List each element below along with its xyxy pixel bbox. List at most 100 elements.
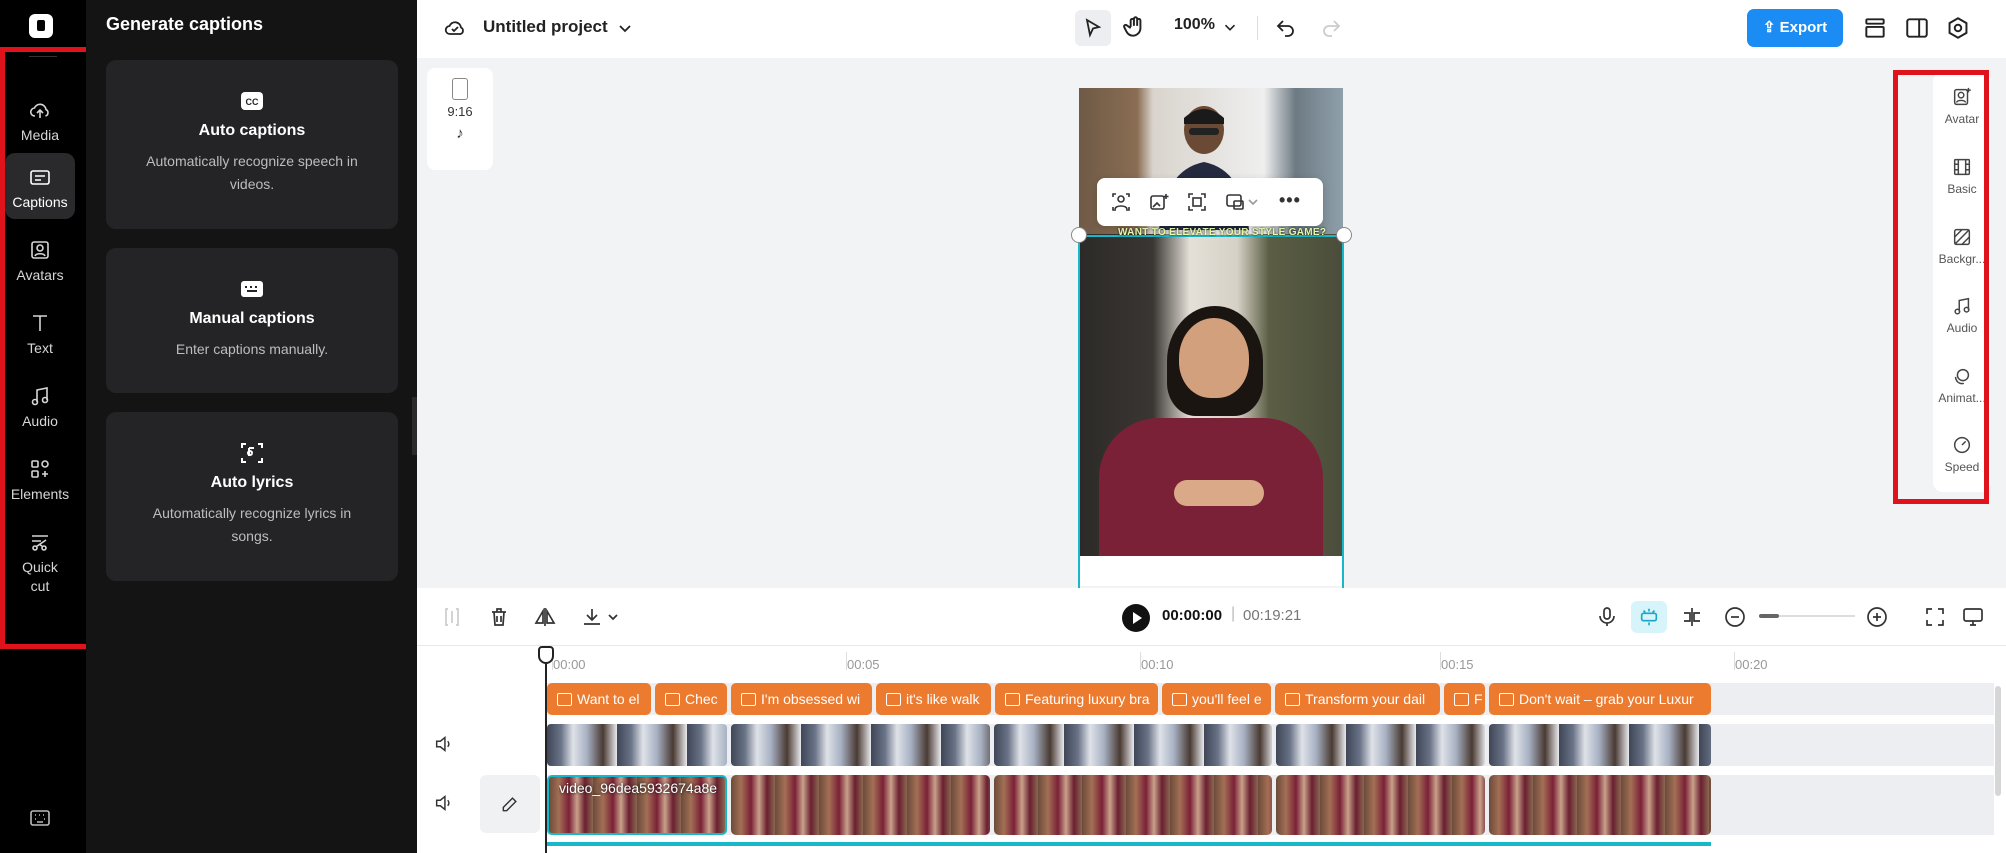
auto-captions-card[interactable]: CC Auto captions Automatically recognize…: [106, 60, 398, 229]
split-view-icon[interactable]: [1904, 15, 1930, 46]
main-video-clip[interactable]: [1489, 775, 1711, 835]
caption-overlay-text[interactable]: WANT TO ELEVATE YOUR STYLE GAME?: [1118, 227, 1326, 238]
split-icon[interactable]: [440, 605, 464, 634]
portrait-frame-icon: [452, 78, 468, 100]
toolbar-divider: [1257, 16, 1258, 40]
redo-icon[interactable]: [1319, 15, 1343, 44]
zoom-out-icon[interactable]: [1723, 605, 1747, 634]
manual-captions-card[interactable]: Manual captions Enter captions manually.: [106, 248, 398, 393]
export-icon: ⇪: [1762, 19, 1776, 36]
volume-icon[interactable]: [433, 792, 455, 819]
caption-clip[interactable]: it's like walk: [876, 683, 991, 715]
project-title[interactable]: Untitled project: [483, 17, 608, 37]
caption-clip[interactable]: Want to el: [547, 683, 651, 715]
card-description: Automatically recognize speech in videos…: [146, 153, 358, 192]
mirror-icon[interactable]: [533, 605, 557, 634]
cloud-sync-icon[interactable]: [443, 16, 467, 45]
select-tool-button[interactable]: [1075, 10, 1111, 46]
overlay-video-clip[interactable]: [547, 724, 727, 766]
aspect-ratio-label: 9:16: [447, 104, 473, 119]
tiktok-icon: ♪: [456, 125, 464, 142]
play-button[interactable]: [1122, 604, 1150, 632]
overlay-video-clip[interactable]: [1276, 724, 1485, 766]
timeline-scrollbar[interactable]: [1995, 686, 2001, 796]
top-bar: Untitled project 100% ⇪ Export: [417, 0, 2006, 58]
zoom-chevron-icon[interactable]: [1221, 18, 1239, 41]
chevron-down-icon[interactable]: [1247, 196, 1259, 208]
video-clip-name: video_96dea5932674a8e: [559, 780, 718, 796]
monitor-icon[interactable]: [1961, 605, 1985, 634]
ruler-label: 00:00: [553, 657, 586, 672]
replace-media-icon[interactable]: [1225, 192, 1245, 212]
overlay-video-clip[interactable]: [731, 724, 990, 766]
svg-text:CC: CC: [246, 97, 259, 107]
card-title: Auto lyrics: [210, 474, 294, 491]
selection-box[interactable]: [1078, 235, 1344, 588]
caption-clip[interactable]: F: [1444, 683, 1485, 715]
panel-title: Generate captions: [106, 14, 264, 34]
download-chevron-icon[interactable]: [606, 610, 620, 629]
main-video-clip[interactable]: [731, 775, 990, 835]
person-detect-icon[interactable]: [1111, 192, 1131, 212]
current-time: 00:00:00: [1162, 607, 1223, 624]
main-video-clip[interactable]: [994, 775, 1272, 835]
app-logo-icon[interactable]: [29, 14, 53, 38]
audio-track-line: [545, 842, 1711, 846]
playhead-handle[interactable]: [538, 646, 554, 664]
hand-tool-button[interactable]: [1122, 14, 1148, 45]
timeline-divider: [417, 645, 2006, 646]
overlay-video-clip[interactable]: [994, 724, 1272, 766]
chevron-down-icon[interactable]: [615, 18, 635, 43]
main-video-clip[interactable]: [1276, 775, 1485, 835]
auto-lyrics-card[interactable]: Auto lyrics Automatically recognize lyri…: [106, 412, 398, 581]
resize-handle-left[interactable]: [1071, 227, 1087, 243]
export-label: Export: [1779, 19, 1828, 36]
ruler-label: 00:15: [1441, 657, 1474, 672]
magnet-icon: [1640, 608, 1658, 626]
export-button[interactable]: ⇪ Export: [1747, 9, 1843, 47]
split-clip-icon[interactable]: [1680, 605, 1704, 634]
timeline-zoom-fill: [1759, 614, 1779, 618]
resize-handle-right[interactable]: [1336, 227, 1352, 243]
ruler-label: 00:05: [847, 657, 880, 672]
cc-icon: CC: [241, 92, 263, 110]
caption-clip[interactable]: Don't wait – grab your Luxur: [1489, 683, 1711, 715]
settings-icon[interactable]: [1945, 15, 1971, 46]
caption-clip[interactable]: Chec: [655, 683, 727, 715]
delete-icon[interactable]: [487, 605, 511, 634]
keyboard-shortcuts-icon[interactable]: [28, 806, 52, 830]
caption-clip[interactable]: Featuring luxury bra: [995, 683, 1158, 715]
captions-panel: Generate captions CC Auto captions Autom…: [86, 0, 417, 853]
fullscreen-icon[interactable]: [1923, 605, 1947, 634]
hand-icon: [1123, 16, 1142, 37]
zoom-level[interactable]: 100%: [1174, 16, 1215, 34]
caption-clip[interactable]: Transform your dail: [1275, 683, 1440, 715]
ruler-label: 00:20: [1735, 657, 1768, 672]
image-add-icon[interactable]: [1149, 192, 1169, 212]
microphone-icon[interactable]: [1595, 605, 1619, 634]
edit-cover-button[interactable]: [480, 775, 540, 833]
overlay-video-clip[interactable]: [1489, 724, 1711, 766]
pencil-icon: [502, 797, 517, 812]
caption-clip[interactable]: you'll feel e: [1162, 683, 1271, 715]
crop-frame-icon[interactable]: [1187, 192, 1207, 212]
highlight-box-right: [1893, 70, 1989, 504]
pointer-icon: [1085, 18, 1102, 38]
more-options-icon[interactable]: •••: [1279, 190, 1301, 211]
card-description: Enter captions manually.: [175, 341, 329, 357]
card-title: Auto captions: [198, 122, 306, 139]
aspect-ratio-card[interactable]: 9:16 ♪: [427, 68, 493, 170]
caption-clip[interactable]: I'm obsessed wi: [731, 683, 872, 715]
volume-icon[interactable]: [433, 733, 455, 760]
undo-icon[interactable]: [1274, 15, 1298, 44]
download-icon[interactable]: [580, 605, 604, 634]
keyboard-icon: [241, 281, 263, 297]
card-title: Manual captions: [189, 310, 315, 327]
card-description: Automatically recognize lyrics in songs.: [152, 505, 352, 544]
lyrics-icon: [241, 443, 263, 463]
playhead-line: [545, 660, 547, 853]
ruler-label: 00:10: [1141, 657, 1174, 672]
zoom-in-icon[interactable]: [1865, 605, 1889, 634]
layers-icon[interactable]: [1862, 15, 1888, 46]
auto-snap-button[interactable]: [1631, 601, 1667, 633]
